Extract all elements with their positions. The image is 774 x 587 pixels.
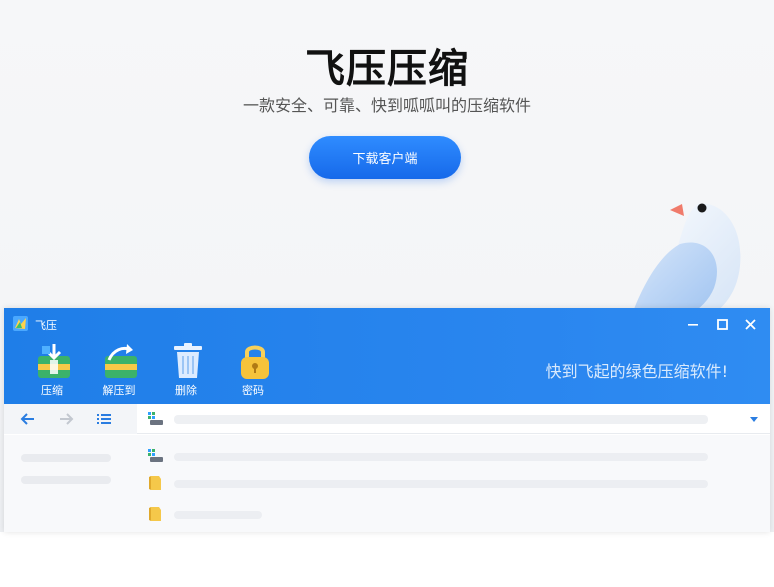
app-logo-icon	[13, 316, 28, 331]
password-button[interactable]: 密码	[225, 342, 281, 400]
close-icon[interactable]	[742, 316, 758, 332]
drive-icon	[148, 449, 163, 462]
compress-icon	[38, 344, 70, 378]
delete-button[interactable]: 删除	[158, 342, 214, 400]
forward-arrow-icon[interactable]	[57, 410, 75, 428]
folder-icon	[149, 507, 161, 521]
file-browser	[4, 435, 770, 532]
password-label: 密码	[242, 384, 264, 397]
window-titlebar: 飞压 压缩 解压到 删除 密码 快到飞起的绿色压缩软件!	[4, 308, 770, 404]
minimize-icon[interactable]	[685, 316, 701, 332]
page-bottom	[0, 532, 774, 587]
chevron-down-icon[interactable]	[748, 413, 760, 425]
app-window: 飞压 压缩 解压到 删除 密码 快到飞起的绿色压缩软件!	[4, 308, 770, 532]
compress-label: 压缩	[41, 384, 63, 397]
trash-icon	[174, 343, 202, 378]
compress-button[interactable]: 压缩	[24, 342, 80, 400]
extract-button[interactable]: 解压到	[91, 342, 147, 400]
lock-icon	[241, 345, 269, 379]
download-client-button[interactable]: 下载客户端	[309, 136, 461, 179]
path-input[interactable]	[174, 415, 708, 424]
sidebar-item[interactable]	[21, 454, 111, 462]
list-item[interactable]	[174, 453, 708, 461]
drive-icon	[148, 412, 163, 425]
folder-icon	[149, 476, 161, 490]
window-slogan: 快到飞起的绿色压缩软件!	[545, 362, 728, 381]
delete-label: 删除	[175, 384, 197, 397]
list-item[interactable]	[174, 511, 262, 519]
list-view-icon[interactable]	[95, 410, 113, 428]
nav-controls	[4, 404, 137, 434]
extract-icon	[105, 344, 137, 378]
maximize-icon[interactable]	[714, 316, 730, 332]
extract-label: 解压到	[102, 384, 136, 397]
list-item[interactable]	[174, 480, 708, 488]
address-bar	[4, 404, 770, 434]
back-arrow-icon[interactable]	[19, 410, 37, 428]
page-title: 飞压压缩	[305, 46, 469, 92]
window-title: 飞压	[35, 319, 57, 332]
sidebar-item[interactable]	[21, 476, 111, 484]
page-subtitle: 一款安全、可靠、快到呱呱叫的压缩软件	[242, 96, 531, 115]
